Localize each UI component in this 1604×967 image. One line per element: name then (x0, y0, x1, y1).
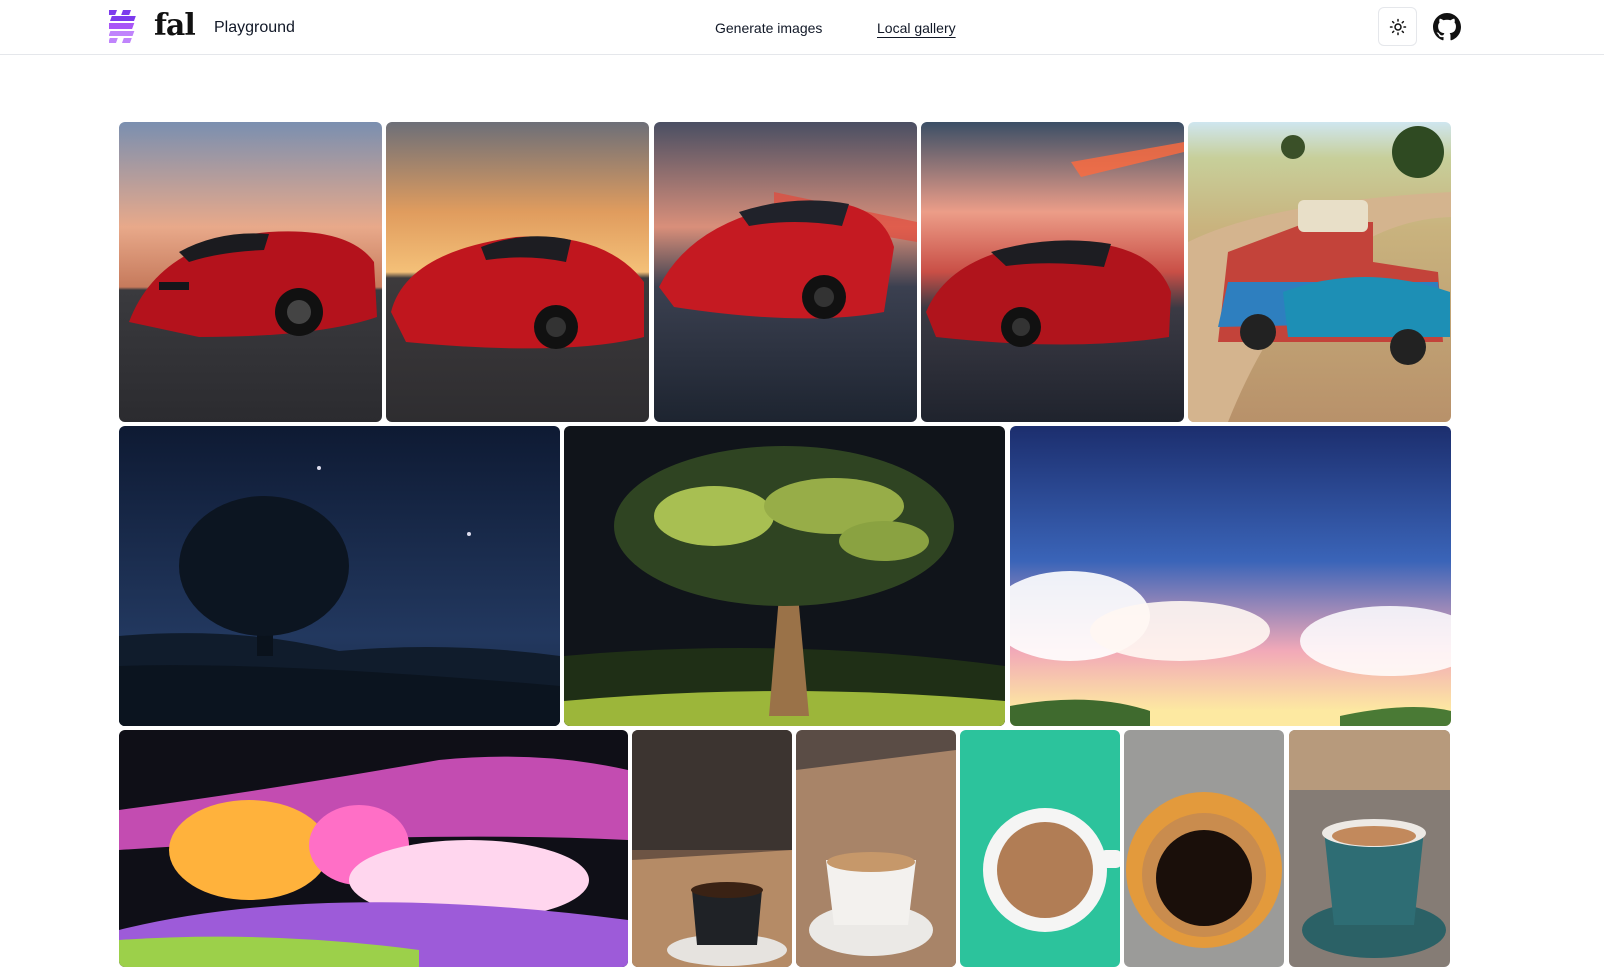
gallery-image[interactable] (960, 730, 1120, 967)
gallery-image[interactable] (1188, 122, 1451, 422)
gallery-image[interactable] (386, 122, 649, 422)
gallery-image[interactable] (632, 730, 792, 967)
gallery-image[interactable] (564, 426, 1005, 726)
gallery-image[interactable] (796, 730, 956, 967)
brand-subtitle: Playground (214, 19, 295, 36)
sun-icon (1389, 18, 1406, 35)
theme-toggle-button[interactable] (1378, 7, 1417, 46)
brand-name[interactable]: fal (154, 9, 196, 43)
fal-logo-icon[interactable] (109, 10, 143, 43)
github-icon[interactable] (1433, 13, 1461, 41)
nav-generate-images[interactable]: Generate images (715, 18, 822, 38)
gallery-image[interactable] (921, 122, 1184, 422)
gallery-image[interactable] (1289, 730, 1450, 967)
gallery-image[interactable] (1010, 426, 1451, 726)
top-navigation-bar: fal Playground Generate images Local gal… (0, 0, 1604, 55)
gallery-image[interactable] (119, 426, 560, 726)
gallery-image[interactable] (119, 122, 382, 422)
gallery-image[interactable] (1124, 730, 1284, 967)
gallery-image[interactable] (119, 730, 628, 967)
nav-local-gallery[interactable]: Local gallery (877, 18, 956, 38)
gallery-image[interactable] (654, 122, 917, 422)
